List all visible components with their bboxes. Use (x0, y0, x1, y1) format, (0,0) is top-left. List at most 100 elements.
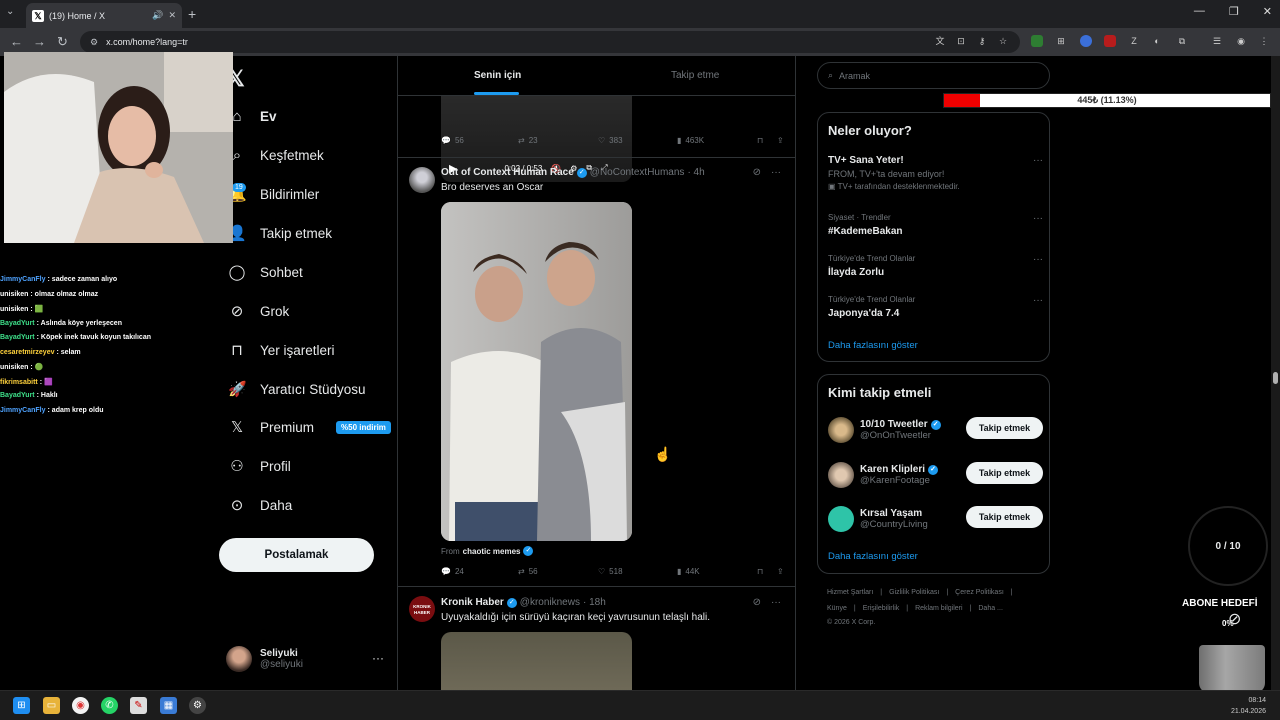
reply-button[interactable]: 💬 56 (441, 136, 518, 145)
more-dots-icon[interactable]: ··· (1033, 213, 1043, 224)
footer-link[interactable]: Gizlilik Politikası (889, 589, 939, 596)
tweet-time[interactable]: · 18h (583, 597, 606, 608)
tab-search-icon[interactable]: ⌄ (6, 6, 14, 17)
app-icon[interactable]: ⚙ (189, 697, 206, 714)
views-button[interactable]: ▮ 44K (677, 567, 757, 576)
share-icon[interactable]: ⇪ (777, 567, 784, 576)
views-button[interactable]: ▮ 463K (677, 136, 757, 145)
scrollbar[interactable] (1271, 56, 1280, 690)
browser-tab[interactable]: 𝕏 (19) Home / X 🔊 ✕ (26, 3, 182, 28)
extensions-puzzle-icon[interactable]: ⧉ (1176, 35, 1188, 47)
from-account[interactable]: chaotic memes (463, 547, 521, 556)
tweet-image[interactable] (441, 632, 632, 692)
system-clock[interactable]: 08:14 21.04.2026 (1231, 695, 1266, 717)
scrollbar-thumb[interactable] (1273, 372, 1278, 384)
follow-button[interactable]: Takip etmek (966, 462, 1043, 484)
like-button[interactable]: ♡ 383 (598, 136, 677, 145)
close-window-icon[interactable]: ✕ (1263, 5, 1272, 18)
more-dots-icon[interactable]: ··· (372, 651, 384, 665)
footer-link[interactable]: Hizmet Şartları (827, 589, 873, 596)
speaker-icon[interactable]: 🔊 (152, 10, 163, 21)
menu-dots-icon[interactable]: ⋮ (1258, 35, 1270, 47)
tweet-avatar[interactable] (409, 167, 435, 193)
more-dots-icon[interactable]: ··· (771, 167, 781, 178)
tweet-author[interactable]: Out of Context Human Race (441, 167, 574, 178)
more-dots-icon[interactable]: ··· (771, 597, 781, 608)
follow-button[interactable]: Takip etmek (966, 417, 1043, 439)
sidebar-item-person[interactable]: ⚇ Profil (228, 451, 291, 481)
forward-icon[interactable]: → (33, 34, 46, 49)
share-icon[interactable]: ⇪ (777, 136, 784, 145)
trend-item[interactable]: TV+ Sana Yeter! FROM, TV+'ta devam ediyo… (828, 155, 1043, 191)
file-explorer-icon[interactable]: ▭ (43, 697, 60, 714)
reload-icon[interactable]: ↻ (57, 34, 68, 50)
search-input[interactable]: ⌕ Aramak (817, 62, 1050, 89)
extension-red-icon[interactable] (1104, 35, 1116, 47)
tab-following[interactable]: Takip etme (671, 70, 719, 81)
new-tab-button[interactable]: + (188, 6, 196, 22)
tweet-video[interactable] (441, 202, 632, 541)
url-field[interactable]: ⚙ x.com/home?lang=tr (80, 31, 1020, 53)
obs-paint-icon[interactable]: ✎ (130, 697, 147, 714)
tweet-handle[interactable]: @kroniknews (520, 597, 580, 608)
reading-list-icon[interactable]: ☰ (1211, 35, 1223, 47)
grok-icon[interactable]: ⊘ (1228, 609, 1241, 629)
minimize-icon[interactable]: — (1194, 5, 1205, 18)
tweet-time[interactable]: · 4h (687, 167, 704, 178)
trend-item[interactable]: Siyaset · Trendler #KademeBakan ··· (828, 213, 1043, 237)
sidebar-item-rocket[interactable]: 🚀 Yaratıcı Stüdyosu (228, 374, 366, 404)
whatsapp-icon[interactable]: ✆ (101, 697, 118, 714)
sidebar-item-home[interactable]: ⌂ Ev (228, 101, 276, 131)
tweet-avatar[interactable]: KRONIK HABER (409, 596, 435, 622)
chrome-icon[interactable]: ◉ (72, 697, 89, 714)
extension-green-icon[interactable] (1031, 35, 1043, 47)
install-icon[interactable]: ⊡ (955, 35, 967, 47)
tweet-handle[interactable]: @NoContextHumans (590, 167, 685, 178)
trend-item[interactable]: Türkiye'de Trend Olanlar İlayda Zorlu ··… (828, 254, 1043, 278)
retweet-button[interactable]: ⇄ 56 (518, 567, 598, 576)
maximize-icon[interactable]: ❐ (1229, 5, 1239, 18)
back-icon[interactable]: ← (10, 34, 23, 49)
extension-shield-icon[interactable]: ◐ (1151, 35, 1163, 47)
photos-icon[interactable]: ▦ (160, 697, 177, 714)
like-button[interactable]: ♡ 518 (598, 567, 677, 576)
footer-link[interactable]: Künye (827, 605, 847, 612)
footer-link[interactable]: Reklam bilgileri (915, 605, 962, 612)
tweet-author[interactable]: Kronik Haber (441, 597, 504, 608)
bookmark-button[interactable]: ⊓ (757, 567, 777, 576)
extension-blue-icon[interactable] (1080, 35, 1092, 47)
site-info-icon[interactable]: ⚙ (90, 37, 98, 48)
show-more-link[interactable]: Daha fazlasını göster (828, 340, 918, 351)
password-key-icon[interactable]: ⚷ (976, 35, 988, 47)
sidebar-item-grok[interactable]: ⊘ Grok (228, 296, 290, 326)
translate-icon[interactable]: 文 (934, 35, 946, 47)
follow-suggestion[interactable]: Kırsal Yaşam @CountryLiving Takip etmek (828, 504, 1043, 534)
sidebar-item-search[interactable]: ⌕ Keşfetmek (228, 140, 324, 170)
footer-link[interactable]: Daha ... (978, 605, 1003, 612)
more-dots-icon[interactable]: ··· (1033, 155, 1043, 166)
sidebar-item-more-circle[interactable]: ⊙ Daha (228, 490, 293, 520)
follow-suggestion[interactable]: 10/10 Tweetler ✓ @OnOnTweetler Takip etme… (828, 415, 1043, 445)
post-button[interactable]: Postalamak (219, 538, 374, 572)
bookmark-button[interactable]: ⊓ (757, 136, 777, 145)
reply-button[interactable]: 💬 24 (441, 567, 518, 576)
extension-gamepad-icon[interactable]: ⊞ (1055, 35, 1067, 47)
tab-for-you[interactable]: Senin için (474, 70, 521, 81)
footer-link[interactable]: Erişilebilirlik (863, 605, 900, 612)
sidebar-item-chat[interactable]: ◯ Sohbet (228, 257, 303, 287)
profile-icon[interactable]: ◉ (1235, 35, 1247, 47)
windows-start-icon[interactable]: ⊞ (13, 697, 30, 714)
retweet-button[interactable]: ⇄ 23 (518, 136, 598, 145)
sidebar-item-bookmark[interactable]: ⊓ Yer işaretleri (228, 335, 334, 365)
trend-item[interactable]: Türkiye'de Trend Olanlar Japonya'da 7.4 … (828, 295, 1043, 319)
grok-icon[interactable]: ⊘ (753, 167, 761, 178)
show-more-link[interactable]: Daha fazlasını göster (828, 551, 918, 562)
follow-button[interactable]: Takip etmek (966, 506, 1043, 528)
footer-link[interactable]: Çerez Politikası (955, 589, 1004, 596)
bookmark-star-icon[interactable]: ☆ (997, 35, 1009, 47)
tab-close-icon[interactable]: ✕ (168, 10, 176, 21)
sidebar-item-x[interactable]: 𝕏 Premium %50 indirim (228, 412, 391, 442)
more-dots-icon[interactable]: ··· (1033, 295, 1043, 306)
more-dots-icon[interactable]: ··· (1033, 254, 1043, 265)
account-switcher[interactable]: Seliyuki @seliyuki ··· (226, 641, 386, 677)
